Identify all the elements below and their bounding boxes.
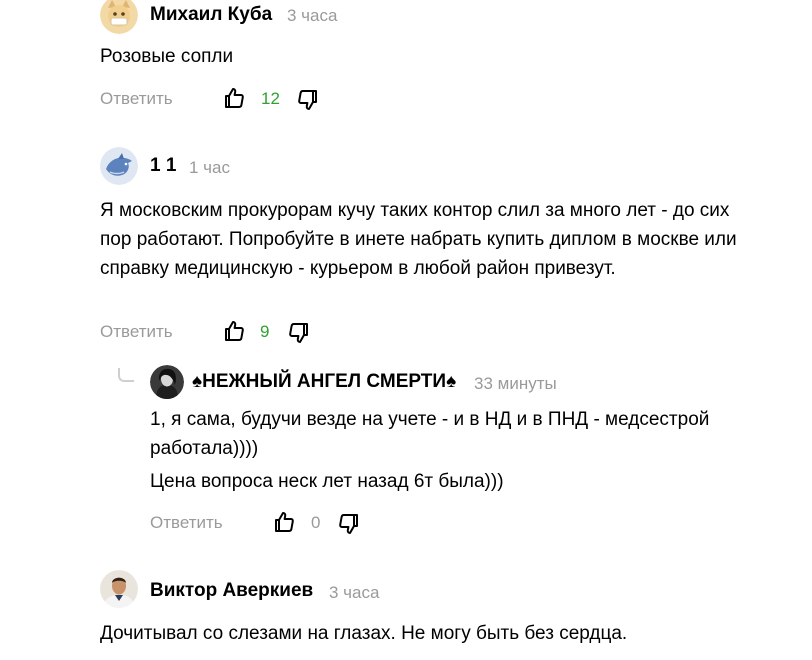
like-icon[interactable] xyxy=(222,86,246,110)
man-photo-avatar-icon xyxy=(100,570,138,608)
like-count: 0 xyxy=(311,513,321,532)
reply-button[interactable]: Ответить xyxy=(100,89,173,109)
comment-text: 1, я сама, будучи везде на учете - и в Н… xyxy=(150,409,710,459)
comment-time: 3 часа xyxy=(287,6,338,25)
comment-time: 1 час xyxy=(189,158,230,177)
thread-connector xyxy=(118,368,134,382)
cat-avatar-icon xyxy=(100,0,138,34)
avatar[interactable] xyxy=(100,570,138,608)
like-count: 9 xyxy=(260,322,270,341)
comment-author[interactable]: Михаил Куба xyxy=(150,4,272,26)
portrait-avatar-icon xyxy=(150,365,184,399)
dislike-icon[interactable] xyxy=(287,321,311,345)
comment-author[interactable]: ♠НЕЖНЫЙ АНГЕЛ СМЕРТИ♠ xyxy=(192,371,456,393)
avatar[interactable] xyxy=(150,365,184,399)
reply-button[interactable]: Ответить xyxy=(150,513,223,533)
comment-text: Дочитывал со слезами на глазах. Не могу … xyxy=(100,623,628,644)
reply-button[interactable]: Ответить xyxy=(100,322,173,342)
dolphin-avatar-icon xyxy=(100,147,138,185)
comment-author[interactable]: Виктор Аверкиев xyxy=(150,580,313,602)
comment-time: 3 часа xyxy=(329,583,380,602)
like-icon[interactable] xyxy=(272,510,296,534)
comments-feed: Михаил Куба 3 часа Розовые сопли Ответит… xyxy=(0,0,812,660)
comment-time: 33 минуты xyxy=(474,374,557,393)
like-icon[interactable] xyxy=(222,319,246,343)
dislike-icon[interactable] xyxy=(296,88,320,112)
avatar[interactable] xyxy=(100,0,138,34)
avatar[interactable] xyxy=(100,147,138,185)
comment-author[interactable]: 1 1 xyxy=(150,155,176,177)
like-count: 12 xyxy=(261,89,280,108)
dislike-icon[interactable] xyxy=(337,512,361,536)
comment-text: Розовые сопли xyxy=(100,46,234,67)
comment-text: Я московским прокурорам кучу таких конто… xyxy=(100,200,737,279)
comment-text: Цена вопроса неск лет назад 6т была))) xyxy=(150,471,504,492)
